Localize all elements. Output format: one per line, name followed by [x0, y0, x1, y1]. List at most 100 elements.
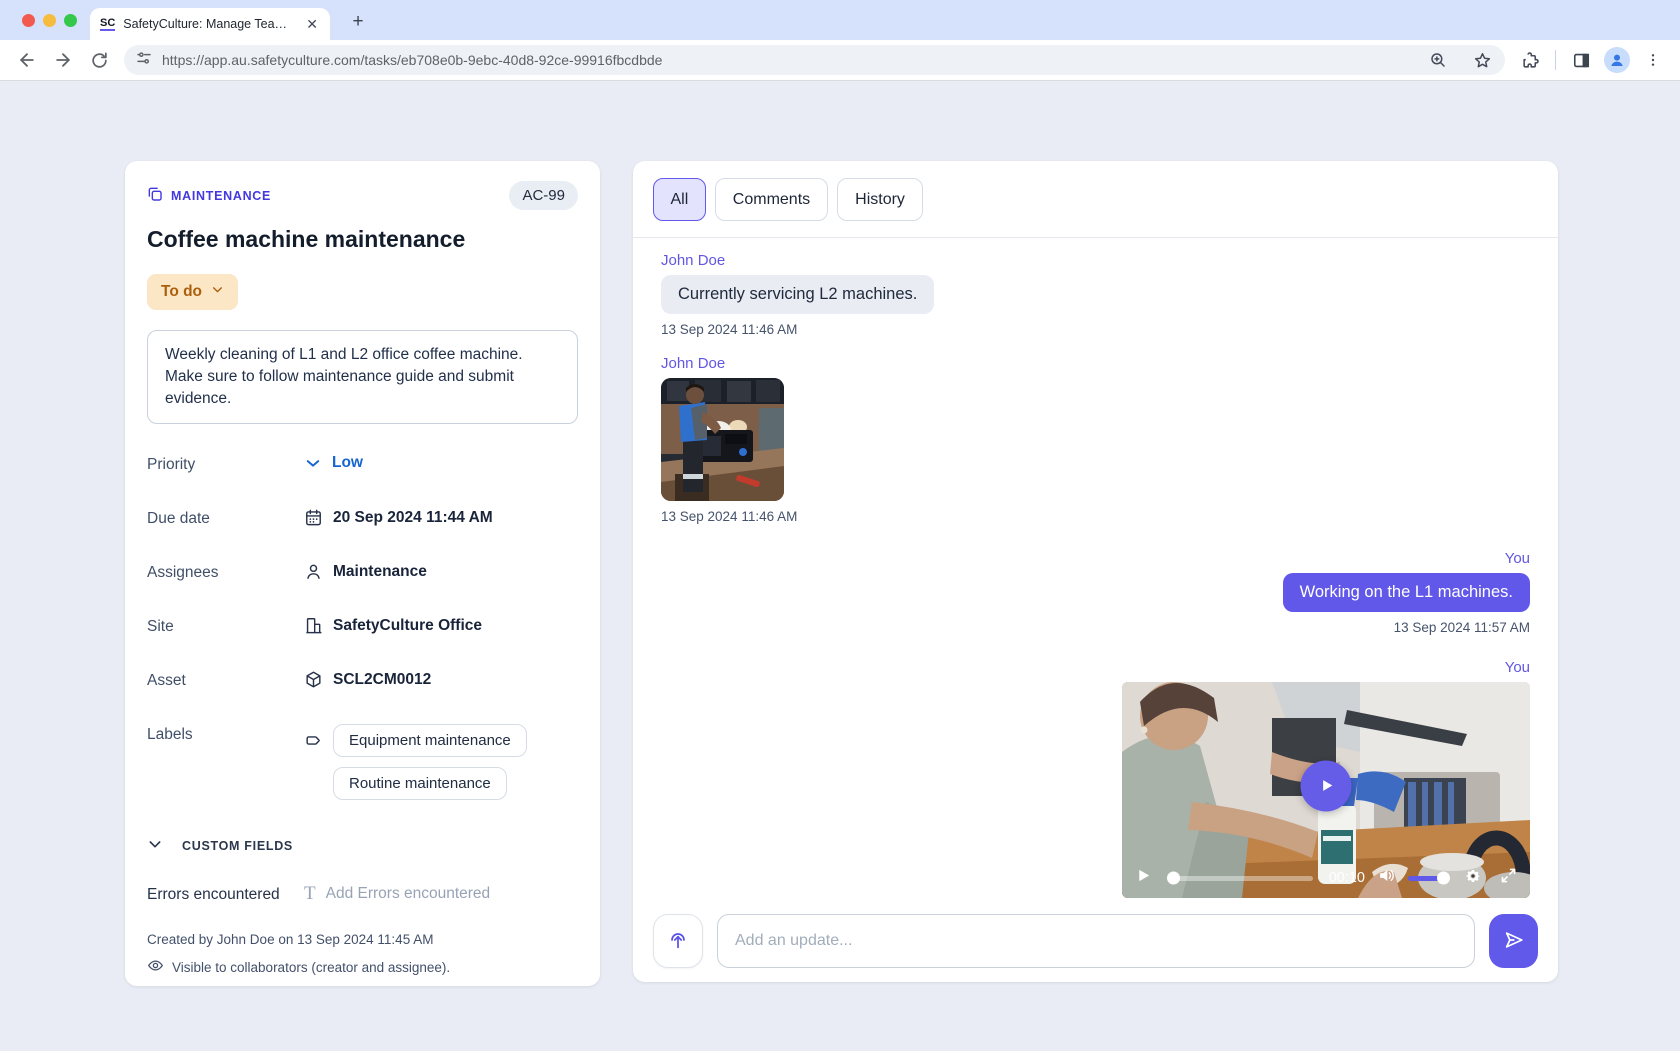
- status-dropdown[interactable]: To do: [147, 274, 238, 310]
- task-fields: Priority Low Due date 20 Sep 2024: [147, 454, 578, 800]
- site-row: Site SafetyCulture Office: [147, 616, 578, 636]
- upload-icon: [667, 929, 689, 954]
- person-icon: [304, 562, 323, 581]
- custom-fields-toggle[interactable]: CUSTOM FIELDS: [147, 836, 578, 855]
- browser-menu-icon[interactable]: [1636, 43, 1670, 77]
- labels-label: Labels: [147, 724, 304, 744]
- priority-value[interactable]: Low: [304, 454, 363, 472]
- safetyculture-favicon: SC: [100, 17, 115, 31]
- activity-tabs: All Comments History: [633, 161, 1558, 237]
- fullscreen-icon[interactable]: [1500, 867, 1517, 889]
- task-description-field[interactable]: Weekly cleaning of L1 and L2 office coff…: [147, 330, 578, 424]
- url-bar[interactable]: https://app.au.safetyculture.com/tasks/e…: [124, 45, 1505, 75]
- assignees-value[interactable]: Maintenance: [304, 562, 427, 581]
- message-timestamp: 13 Sep 2024 11:57 AM: [1394, 620, 1530, 635]
- task-category: MAINTENANCE: [147, 186, 271, 205]
- tab-history[interactable]: History: [837, 178, 923, 221]
- volume-handle[interactable]: [1437, 872, 1450, 885]
- zoom-page-icon[interactable]: [1421, 43, 1455, 77]
- video-controls: 00:10: [1122, 858, 1530, 898]
- labels-row: Labels Equipment maintenance Routine mai…: [147, 724, 578, 800]
- cube-icon: [304, 670, 323, 689]
- new-tab-button[interactable]: +: [344, 8, 372, 36]
- message-bubble: Working on the L1 machines.: [1283, 573, 1530, 612]
- volume-slider[interactable]: [1408, 876, 1444, 881]
- chevron-down-icon: [147, 836, 163, 855]
- status-label: To do: [161, 283, 202, 301]
- message-text-left: John Doe Currently servicing L2 machines…: [661, 252, 1530, 337]
- tab-close-icon[interactable]: ✕: [304, 16, 320, 33]
- task-code-badge: AC-99: [509, 181, 578, 210]
- send-icon: [1503, 929, 1525, 954]
- text-field-icon: T: [304, 883, 316, 905]
- assignees-label: Assignees: [147, 562, 304, 582]
- eye-icon: [147, 957, 164, 979]
- chevron-down-icon: [211, 283, 224, 301]
- video-settings-icon[interactable]: [1464, 867, 1482, 890]
- task-category-label: MAINTENANCE: [171, 189, 271, 203]
- message-timestamp: 13 Sep 2024 11:46 AM: [661, 322, 797, 337]
- task-footer: Created by John Doe on 13 Sep 2024 11:45…: [147, 931, 578, 978]
- update-composer: [633, 914, 1558, 982]
- message-author: John Doe: [661, 355, 725, 372]
- errors-encountered-row: Errors encountered T Add Errors encounte…: [147, 883, 578, 905]
- site-label: Site: [147, 616, 304, 636]
- message-bubble: Currently servicing L2 machines.: [661, 275, 934, 314]
- asset-row: Asset SCL2CM0012: [147, 670, 578, 690]
- activity-card: All Comments History John Doe Currently …: [633, 161, 1558, 982]
- task-title: Coffee machine maintenance: [147, 226, 578, 253]
- asset-label: Asset: [147, 670, 304, 690]
- browser-toolbar: https://app.au.safetyculture.com/tasks/e…: [0, 40, 1680, 81]
- video-attachment-coffee-machine-cleaning[interactable]: 00:10: [1122, 682, 1530, 898]
- video-play-button[interactable]: [1301, 760, 1352, 811]
- toolbar-divider: [1555, 50, 1556, 70]
- bookmark-star-icon[interactable]: [1465, 43, 1499, 77]
- close-window-button[interactable]: [22, 14, 35, 27]
- send-button[interactable]: [1489, 914, 1538, 968]
- seek-handle[interactable]: [1167, 872, 1180, 885]
- tab-comments[interactable]: Comments: [715, 178, 828, 221]
- minimize-window-button[interactable]: [43, 14, 56, 27]
- browser-window: SC SafetyCulture: Manage Teams and... ✕ …: [0, 0, 1680, 1051]
- browser-tab[interactable]: SC SafetyCulture: Manage Teams and... ✕: [90, 8, 330, 40]
- attach-upload-button[interactable]: [653, 914, 703, 968]
- extensions-icon[interactable]: [1513, 43, 1547, 77]
- browser-tabstrip: SC SafetyCulture: Manage Teams and... ✕ …: [0, 0, 1680, 40]
- url-text: https://app.au.safetyculture.com/tasks/e…: [162, 52, 1411, 68]
- video-seek-bar[interactable]: [1168, 876, 1313, 881]
- browser-back-icon[interactable]: [10, 43, 44, 77]
- label-pill[interactable]: Routine maintenance: [333, 767, 507, 800]
- site-info-icon[interactable]: [136, 50, 152, 71]
- message-author: John Doe: [661, 252, 725, 269]
- profile-avatar[interactable]: [1600, 43, 1634, 77]
- message-author: You: [1505, 550, 1530, 567]
- priority-label: Priority: [147, 454, 304, 474]
- video-play-icon[interactable]: [1135, 867, 1152, 889]
- label-pill[interactable]: Equipment maintenance: [333, 724, 527, 757]
- building-icon: [304, 616, 323, 635]
- priority-row: Priority Low: [147, 454, 578, 474]
- photo-attachment-coffee-machine-servicing[interactable]: [661, 378, 784, 501]
- side-panel-icon[interactable]: [1564, 43, 1598, 77]
- volume-icon[interactable]: [1377, 866, 1396, 890]
- update-input[interactable]: [717, 914, 1475, 968]
- browser-reload-icon[interactable]: [82, 43, 116, 77]
- message-timestamp: 13 Sep 2024 11:46 AM: [661, 509, 797, 524]
- due-date-label: Due date: [147, 508, 304, 528]
- assignees-row: Assignees Maintenance: [147, 562, 578, 582]
- site-value[interactable]: SafetyCulture Office: [304, 616, 482, 635]
- asset-value[interactable]: SCL2CM0012: [304, 670, 431, 689]
- custom-fields-title: CUSTOM FIELDS: [182, 839, 293, 853]
- zoom-window-button[interactable]: [64, 14, 77, 27]
- tab-all[interactable]: All: [653, 178, 706, 221]
- video-time: 00:10: [1329, 870, 1365, 886]
- task-type-icon: [147, 186, 163, 205]
- message-text-right: You Working on the L1 machines. 13 Sep 2…: [661, 550, 1530, 635]
- errors-placeholder[interactable]: Add Errors encountered: [326, 885, 491, 903]
- due-date-value[interactable]: 20 Sep 2024 11:44 AM: [304, 508, 493, 527]
- visibility-text: Visible to collaborators (creator and as…: [172, 959, 450, 977]
- task-detail-card: MAINTENANCE AC-99 Coffee machine mainten…: [125, 161, 600, 986]
- due-date-row: Due date 20 Sep 2024 11:44 AM: [147, 508, 578, 528]
- browser-forward-icon[interactable]: [46, 43, 80, 77]
- tag-icon: [304, 731, 323, 755]
